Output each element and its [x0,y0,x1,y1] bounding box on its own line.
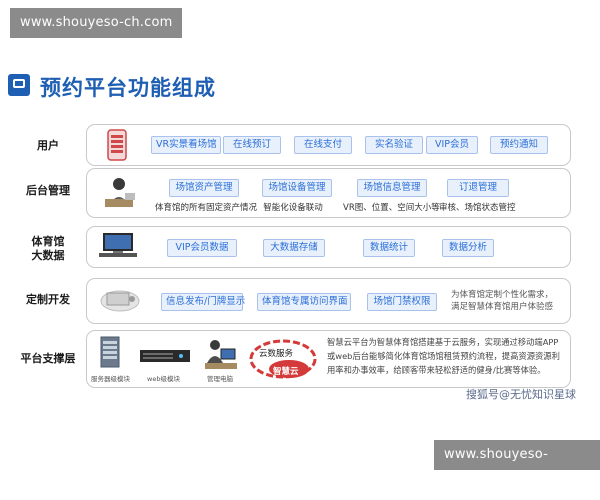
pill-refund-mgmt: 订退管理 [447,179,509,197]
custom-note-line2: 满足智慧体育馆用户体验感 [451,302,554,312]
row-label-user: 用户 [37,139,59,152]
pill-storage: 大数据存储 [263,239,325,257]
panel-bigdata: VIP会员数据 大数据存储 数据统计 数据分析 [86,226,571,268]
rack-server-icon [140,350,190,362]
custom-note-line1: 为体育馆定制个性化需求， [451,290,554,300]
pill-online-payment: 在线支付 [294,136,352,154]
pill-vip: VIP会员 [426,136,478,154]
pill-info-mgmt: 场馆信息管理 [357,179,427,197]
label-admin-pc: 管理电脑 [207,375,233,383]
row-label-bigdata-line2: 大数据 [31,249,65,262]
watermark-top: www.shouyeso-ch.com [10,8,183,38]
sub-info: VR图、位置、空间大小等 [343,203,440,213]
row-label-bigdata-line1: 体育馆 [31,235,65,248]
support-note-line2: 或web后台能够简化体育馆场馆租赁预约流程，提高资源资源利 [327,351,560,361]
pill-vip-data: VIP会员数据 [167,239,237,257]
custom-note: 为体育馆定制个性化需求， 满足智慧体育馆用户体验感 [451,289,565,313]
pill-device-mgmt: 场馆设备管理 [262,179,332,197]
panel-custom: 信息发布/门牌显示 体育馆专属访问界面 场馆门禁权限 为体育馆定制个性化需求， … [86,278,571,324]
panel-backend: 场馆资产管理 场馆设备管理 场馆信息管理 订退管理 体育馆的所有固定资产情况 智… [86,168,571,218]
phone-icon [107,129,127,161]
support-note: 智慧云平台为智慧体育馆搭建基于云服务，实现通过移动端APP 或web后台能够简化… [327,335,567,377]
label-server-module: 服务器级模块 [91,375,130,383]
sub-asset: 体育馆的所有固定资产情况 [155,203,258,213]
admin-person-icon [105,178,135,207]
row-label-custom: 定制开发 [26,293,70,306]
label-web-module: web级模块 [147,375,180,383]
pill-analysis: 数据分析 [442,239,494,257]
row-label-backend: 后台管理 [26,184,70,197]
pill-statistics: 数据统计 [363,239,415,257]
panel-user: VR实景看场馆 在线预订 在线支付 实名验证 VIP会员 预约通知 [86,124,571,166]
pill-asset-mgmt: 场馆资产管理 [169,179,239,197]
pill-notify: 预约通知 [490,136,548,154]
panel-support: 服务器级模块 web级模块 管理电脑 云数服务 智慧云 智慧云平台为智慧体育馆搭… [86,330,571,388]
cloud-label-smart: 智慧云 [273,367,299,377]
sub-device: 智能化设备联动 [263,203,323,213]
pill-access-control: 场馆门禁权限 [367,293,437,311]
admin-pc-icon [205,340,237,369]
pill-exclusive-ui: 体育馆专属访问界面 [257,293,351,311]
row-label-support: 平台支撑层 [20,352,76,365]
pill-real-name: 实名验证 [365,136,423,154]
pill-vr-tour: VR实景看场馆 [151,136,221,154]
computer-icon [99,233,137,257]
row-label-bigdata: 体育馆 大数据 [14,235,82,263]
pill-online-booking: 在线预订 [223,136,281,154]
support-note-line1: 智慧云平台为智慧体育馆搭建基于云服务，实现通过移动端APP [327,337,559,347]
watermark-bottom: www.shouyeso-ch.com [434,440,600,492]
chat-icon [8,74,30,96]
footer-attribution: 搜狐号@无忧知识星球 [466,388,576,401]
sub-refund: 审核、场馆状态管控 [439,203,516,213]
server-icon [100,336,120,368]
device-panel-icon [100,290,140,312]
support-note-line3: 用率和办事效率，给顾客带来轻松舒适的健身/比赛等体验。 [327,365,546,375]
page-title: 预约平台功能组成 [40,76,216,100]
pill-info-publish: 信息发布/门牌显示 [161,293,245,311]
cloud-label-service: 云数服务 [259,349,294,359]
